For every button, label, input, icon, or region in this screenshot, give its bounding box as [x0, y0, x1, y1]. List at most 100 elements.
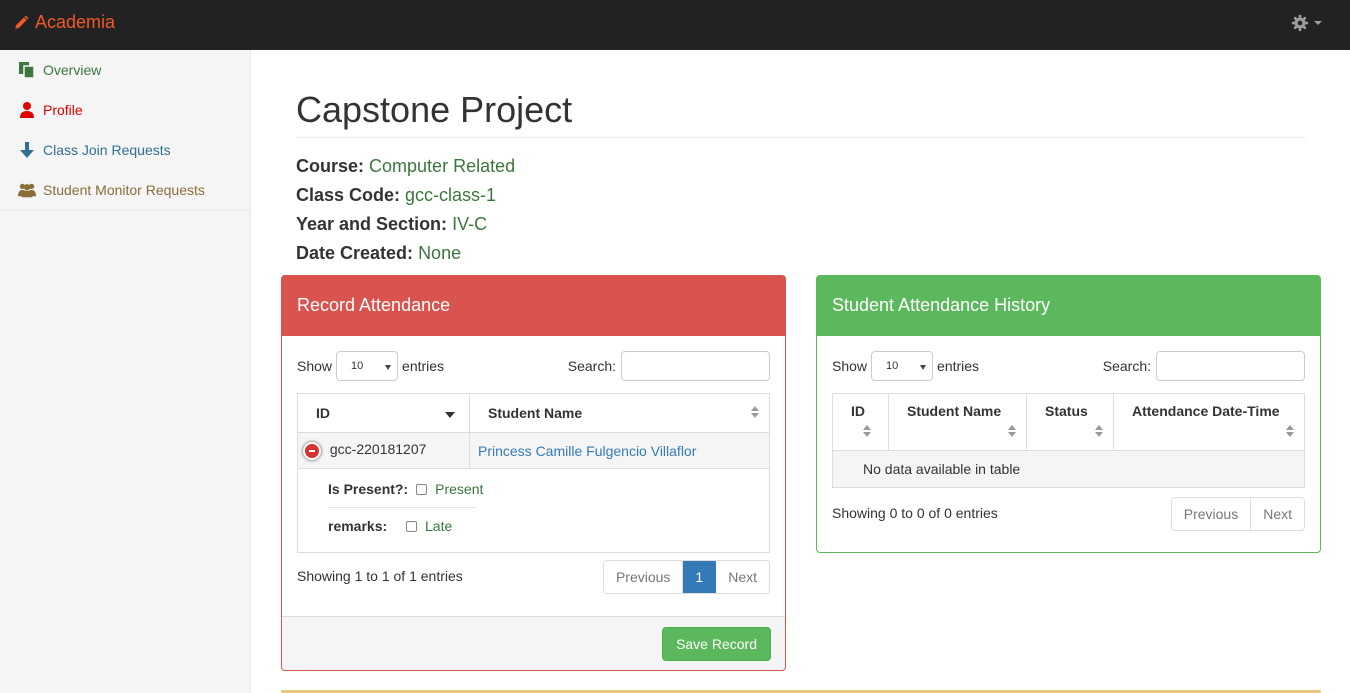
next-button[interactable]: Next [716, 561, 769, 593]
table-row: gcc-220181207 Princess Camille Fulgencio… [297, 432, 770, 469]
copy-icon [17, 61, 37, 79]
gear-icon [1291, 14, 1309, 32]
student-name-link[interactable]: Princess Camille Fulgencio Villaflor [478, 443, 696, 459]
remarks-field: remarks: Late [328, 518, 452, 534]
cell-id: gcc-220181207 [297, 432, 470, 469]
history-table: ID Student Name Status Attendance Date-T… [832, 393, 1305, 488]
page-title: Capstone Project [296, 88, 1306, 138]
column-label: Status [1045, 403, 1088, 419]
main-content: Capstone Project Course: Computer Relate… [251, 50, 1350, 693]
table-info: Showing 1 to 1 of 1 entries [297, 568, 463, 584]
late-checkbox[interactable] [406, 520, 417, 532]
sidebar-item-class-join-requests[interactable]: Class Join Requests [0, 130, 250, 170]
entries-label: entries [402, 358, 445, 374]
info-value: None [418, 243, 462, 263]
column-header-id[interactable]: ID [832, 393, 889, 451]
column-header-student-name[interactable]: Student Name [469, 393, 770, 433]
pencil-icon [15, 15, 29, 29]
sort-icon [1095, 425, 1103, 439]
present-option: Present [435, 481, 484, 497]
show-label: Show [832, 358, 868, 374]
info-value: Computer Related [369, 156, 516, 176]
info-course: Course: Computer Related [296, 156, 515, 177]
info-key: Course: [296, 156, 365, 176]
record-table: ID Student Name gcc-220181207 Princess C… [297, 393, 770, 553]
panel-title: Record Attendance [282, 276, 785, 336]
column-header-student-name[interactable]: Student Name [888, 393, 1027, 451]
column-label: ID [316, 405, 330, 421]
sidebar: Overview Profile Class Join Requests Stu… [0, 50, 251, 693]
sidebar-item-label: Overview [43, 62, 102, 78]
info-class-code: Class Code: gcc-class-1 [296, 185, 496, 206]
next-button[interactable]: Next [1251, 498, 1304, 530]
column-header-status[interactable]: Status [1026, 393, 1114, 451]
previous-button[interactable]: Previous [603, 561, 684, 593]
late-option: Late [425, 518, 453, 534]
remarks-label: remarks: [328, 518, 388, 534]
users-icon [17, 181, 37, 199]
arrow-down-icon [17, 141, 37, 159]
info-key: Class Code: [296, 185, 401, 205]
attendance-history-panel: Student Attendance History Show 10 entri… [816, 275, 1321, 553]
entries-label: entries [937, 358, 980, 374]
sidebar-item-student-monitor-requests[interactable]: Student Monitor Requests [0, 170, 250, 210]
search-input[interactable] [621, 351, 770, 381]
entries-length-control: Show 10 entries [297, 351, 444, 381]
search-control: Search: [568, 351, 770, 381]
sidebar-item-label: Student Monitor Requests [43, 182, 205, 198]
column-header-id[interactable]: ID [297, 393, 470, 433]
info-value: gcc-class-1 [405, 185, 497, 205]
column-header-attendance-date-time[interactable]: Attendance Date-Time [1113, 393, 1305, 451]
cell-name: Princess Camille Fulgencio Villaflor [469, 432, 770, 469]
panel-footer: Save Record [282, 616, 785, 670]
divider [328, 507, 476, 508]
search-label: Search: [1102, 358, 1151, 374]
pagination: Previous 1 Next [602, 560, 770, 594]
sort-icon [1286, 425, 1294, 439]
sort-icon [1008, 425, 1016, 439]
search-control: Search: [1103, 351, 1305, 381]
present-field: Is Present?: Present [328, 481, 483, 497]
child-row: Is Present?: Present remarks: Late [297, 468, 770, 553]
column-label: ID [851, 403, 865, 419]
info-value: IV-C [452, 214, 488, 234]
previous-button[interactable]: Previous [1171, 498, 1252, 530]
user-icon [17, 101, 37, 119]
info-year-section: Year and Section: IV-C [296, 214, 487, 235]
collapse-row-icon[interactable] [303, 441, 321, 460]
page-1-button[interactable]: 1 [683, 561, 717, 593]
sidebar-item-label: Class Join Requests [43, 142, 171, 158]
column-label: Student Name [488, 405, 583, 421]
pagination: Previous Next [1170, 497, 1305, 531]
child-row-cell: Is Present?: Present remarks: Late [297, 468, 770, 553]
entries-select[interactable]: 10 [336, 351, 399, 381]
sidebar-item-label: Profile [43, 102, 83, 118]
empty-row: No data available in table [832, 450, 1305, 488]
settings-dropdown[interactable] [1291, 14, 1322, 32]
top-navbar: Academia [0, 0, 1350, 50]
sort-desc-icon [445, 412, 455, 418]
column-label: Attendance Date-Time [1132, 403, 1280, 419]
present-label: Is Present?: [328, 481, 409, 497]
column-label: Student Name [907, 403, 1002, 419]
row-id: gcc-220181207 [329, 441, 427, 458]
sort-icon [863, 425, 871, 439]
chevron-down-icon [1314, 21, 1322, 25]
record-attendance-panel: Record Attendance Show 10 entries Search… [281, 275, 786, 671]
brand-label: Academia [35, 12, 116, 32]
panel-title: Student Attendance History [817, 276, 1320, 336]
entries-select[interactable]: 10 [871, 351, 934, 381]
info-key: Date Created: [296, 243, 414, 263]
entries-length-control: Show 10 entries [832, 351, 979, 381]
table-info: Showing 0 to 0 of 0 entries [832, 505, 998, 521]
sidebar-item-profile[interactable]: Profile [0, 90, 250, 130]
show-label: Show [297, 358, 333, 374]
present-checkbox[interactable] [416, 483, 428, 495]
sidebar-item-overview[interactable]: Overview [0, 50, 250, 90]
brand-link[interactable]: Academia [14, 12, 115, 33]
search-input[interactable] [1156, 351, 1305, 381]
info-key: Year and Section: [296, 214, 448, 234]
info-date-created: Date Created: None [296, 243, 461, 264]
sidebar-nav: Overview Profile Class Join Requests Stu… [0, 50, 250, 211]
save-record-button[interactable]: Save Record [662, 627, 771, 661]
